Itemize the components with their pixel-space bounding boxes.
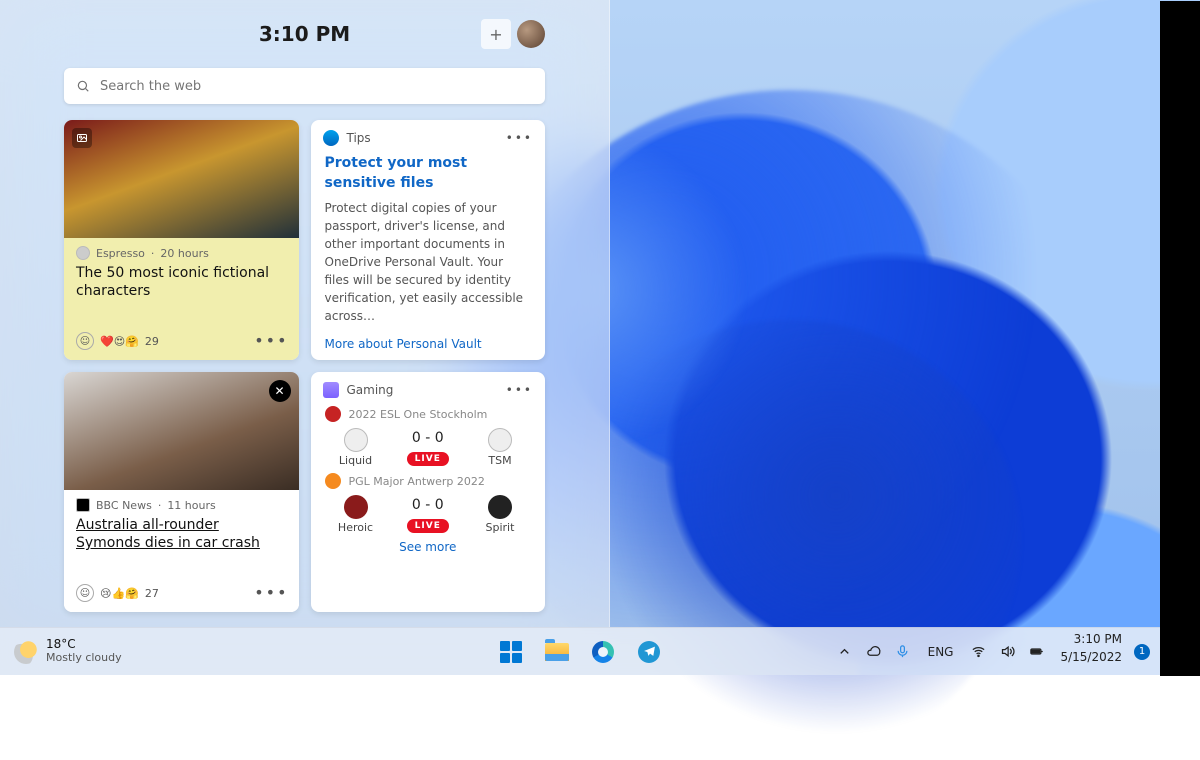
news-age: 11 hours (167, 499, 215, 512)
tournament-icon (325, 406, 341, 422)
telegram-icon (638, 641, 660, 663)
widgets-clock: 3:10 PM (259, 22, 350, 46)
tips-body: Protect digital copies of your passport,… (311, 193, 546, 331)
live-badge: LIVE (407, 519, 449, 533)
plus-icon: + (489, 25, 502, 44)
cloud-icon (866, 644, 881, 659)
news-card[interactable]: ✕ BBC News · 11 hours Australia all-roun… (64, 372, 299, 612)
card-more-button[interactable]: ••• (254, 583, 288, 602)
microphone-tray-icon[interactable] (889, 632, 916, 672)
add-reaction-button[interactable]: ☺ (76, 332, 94, 350)
telegram-button[interactable] (629, 632, 669, 672)
match-score: 0 - 0 (407, 497, 449, 513)
see-more-link[interactable]: See more (311, 536, 546, 558)
team-icon (488, 495, 512, 519)
search-input[interactable] (100, 79, 533, 94)
card-more-button[interactable]: ••• (254, 331, 288, 350)
wifi-icon (971, 644, 986, 659)
search-icon (76, 79, 90, 93)
live-badge: LIVE (407, 452, 449, 466)
gallery-icon (72, 128, 92, 148)
weather-widget-button[interactable]: 18°C Mostly cloudy (0, 628, 136, 675)
team-name: Heroic (338, 521, 373, 534)
widgets-header: 3:10 PM + (64, 12, 545, 56)
tournament-name: 2022 ESL One Stockholm (311, 402, 546, 426)
news-thumbnail (64, 120, 299, 238)
widgets-panel: 3:10 PM + Espresso (0, 0, 610, 627)
edge-button[interactable] (583, 632, 623, 672)
news-headline: Australia all-rounder Symonds dies in ca… (76, 516, 287, 552)
weather-temp: 18°C (46, 638, 122, 652)
team-name: Liquid (339, 454, 372, 467)
team-name: TSM (488, 454, 511, 467)
battery-icon (1029, 644, 1044, 659)
tournament-icon (325, 473, 341, 489)
match-row[interactable]: Liquid 0 - 0 LIVE TSM (311, 426, 546, 469)
notifications-button[interactable]: 1 (1134, 644, 1150, 660)
reaction-count: 27 (145, 587, 159, 600)
wifi-button[interactable] (965, 632, 992, 672)
source-name: BBC News (96, 499, 152, 512)
tips-label: Tips (347, 131, 371, 145)
reaction-count: 29 (145, 335, 159, 348)
tournament-name: PGL Major Antwerp 2022 (311, 469, 546, 493)
page-dots[interactable] (311, 357, 546, 360)
edge-icon (592, 641, 614, 663)
speaker-icon (1000, 644, 1015, 659)
search-box[interactable] (64, 68, 545, 104)
folder-icon (545, 643, 569, 661)
user-avatar[interactable] (517, 20, 545, 48)
file-explorer-button[interactable] (537, 632, 577, 672)
windows-icon (500, 641, 522, 663)
taskbar: 18°C Mostly cloudy ENG (0, 627, 1160, 675)
source-icon (76, 246, 90, 260)
taskbar-date: 5/15/2022 (1060, 650, 1122, 664)
start-button[interactable] (491, 632, 531, 672)
chevron-up-icon (837, 644, 852, 659)
team-icon (344, 495, 368, 519)
card-more-button[interactable]: ••• (506, 131, 533, 145)
add-widget-button[interactable]: + (481, 19, 511, 49)
team-icon (488, 428, 512, 452)
taskbar-time: 3:10 PM (1074, 632, 1122, 646)
add-reaction-button[interactable]: ☺ (76, 584, 94, 602)
weather-desc: Mostly cloudy (46, 652, 122, 665)
microphone-icon (895, 644, 910, 659)
language-button[interactable]: ENG (918, 632, 964, 672)
news-card[interactable]: Espresso · 20 hours The 50 most iconic f… (64, 120, 299, 360)
reaction-icons: ❤️😍🤗 (100, 335, 139, 348)
tips-icon (323, 130, 339, 146)
gaming-icon (323, 382, 339, 398)
news-headline: The 50 most iconic fictional characters (76, 264, 287, 300)
team-name: Spirit (486, 521, 515, 534)
onedrive-tray-icon[interactable] (860, 632, 887, 672)
news-source: Espresso · 20 hours (76, 246, 287, 260)
source-name: Espresso (96, 247, 145, 260)
volume-button[interactable] (994, 632, 1021, 672)
team-icon (344, 428, 368, 452)
tips-link[interactable]: More about Personal Vault (311, 331, 546, 357)
reaction-icons: 😢👍🤗 (100, 587, 139, 600)
news-thumbnail: ✕ (64, 372, 299, 490)
battery-button[interactable] (1023, 632, 1050, 672)
gaming-label: Gaming (347, 383, 394, 397)
dismiss-button[interactable]: ✕ (269, 380, 291, 402)
source-icon (76, 498, 90, 512)
card-more-button[interactable]: ••• (506, 383, 533, 397)
tips-title: Protect your most sensitive files (311, 150, 546, 193)
news-age: 20 hours (160, 247, 208, 260)
tips-card[interactable]: Tips ••• Protect your most sensitive fil… (311, 120, 546, 360)
news-source: BBC News · 11 hours (76, 498, 287, 512)
tray-overflow-button[interactable] (831, 632, 858, 672)
match-row[interactable]: Heroic 0 - 0 LIVE Spirit (311, 493, 546, 536)
match-score: 0 - 0 (407, 430, 449, 446)
clock-button[interactable]: 3:10 PM 5/15/2022 (1052, 632, 1130, 672)
gaming-card[interactable]: Gaming ••• 2022 ESL One Stockholm Liquid… (311, 372, 546, 612)
weather-icon (14, 640, 38, 664)
